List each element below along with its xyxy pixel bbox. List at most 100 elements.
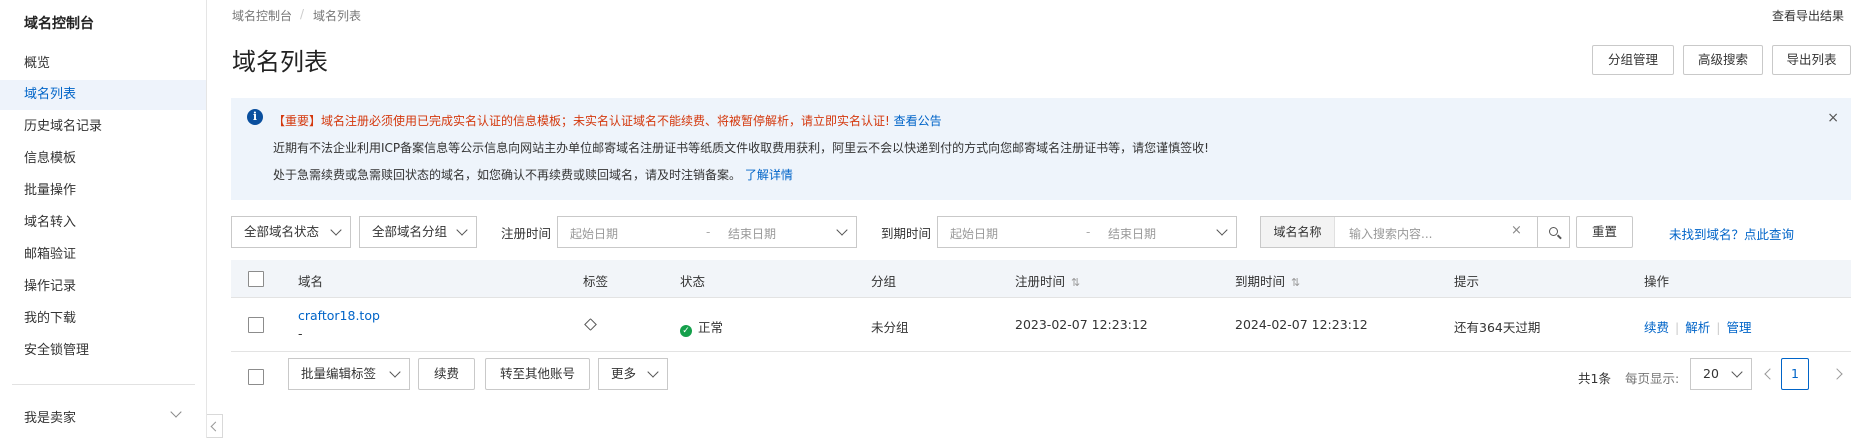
- sidebar-item-transfer-in[interactable]: 域名转入: [0, 208, 206, 238]
- chevron-down-icon: [330, 224, 342, 236]
- batch-edit-tag-label: 批量编辑标签: [301, 366, 377, 381]
- more-label: 更多: [611, 366, 637, 381]
- chevron-down-icon: [389, 366, 401, 378]
- sidebar-item-overview[interactable]: 概览: [0, 49, 206, 79]
- search-field-label[interactable]: 域名名称: [1261, 217, 1335, 247]
- domain-search-group: 域名名称 输入搜索内容... ×: [1260, 216, 1538, 248]
- row-checkbox[interactable]: [248, 317, 264, 333]
- reg-start-placeholder: 起始日期: [570, 227, 619, 241]
- check-circle-icon: ✓: [680, 325, 692, 337]
- status-text: 正常: [698, 320, 724, 335]
- resolve-link[interactable]: 解析: [1685, 320, 1710, 335]
- group-select[interactable]: 全部域名分组: [359, 216, 477, 248]
- status-select[interactable]: 全部域名状态: [231, 216, 351, 248]
- clear-icon[interactable]: ×: [1511, 223, 1522, 238]
- per-page-select[interactable]: 20: [1690, 358, 1752, 390]
- sidebar-item-email-verify[interactable]: 邮箱验证: [0, 240, 206, 270]
- col-tag: 标签: [583, 274, 609, 289]
- exp-end-placeholder: 结束日期: [1108, 227, 1157, 241]
- footer-select-all-checkbox[interactable]: [248, 369, 264, 385]
- batch-edit-tag-select[interactable]: 批量编辑标签: [288, 358, 410, 390]
- search-button[interactable]: [1538, 216, 1570, 248]
- notice-banner: i 【重要】域名注册必须使用已完成实名认证的信息模板；未实名认证域名不能续费、将…: [231, 98, 1851, 200]
- not-found-query-link[interactable]: 未找到域名？点此查询: [1669, 224, 1794, 243]
- domain-sub: -: [298, 326, 303, 341]
- domain-link[interactable]: craftor18.top: [298, 308, 380, 323]
- chevron-down-icon: [647, 366, 659, 378]
- info-icon: i: [247, 109, 263, 125]
- manage-link[interactable]: 管理: [1726, 320, 1751, 335]
- range-dash: -: [1086, 225, 1091, 239]
- sort-icon[interactable]: ⇅: [1291, 276, 1300, 289]
- total-count: 共1条: [1578, 371, 1611, 386]
- batch-renew-button[interactable]: 续费: [418, 358, 475, 390]
- sidebar-item-history[interactable]: 历史域名记录: [0, 112, 206, 142]
- sidebar-item-security-lock[interactable]: 安全锁管理: [0, 336, 206, 366]
- per-page-value: 20: [1703, 366, 1719, 381]
- view-export-results-link[interactable]: 查看导出结果: [1772, 7, 1844, 24]
- transfer-account-button[interactable]: 转至其他账号: [485, 358, 590, 390]
- reset-button[interactable]: 重置: [1576, 216, 1633, 248]
- notice-important-text: 【重要】域名注册必须使用已完成实名认证的信息模板；未实名认证域名不能续费、将被暂…: [273, 114, 890, 128]
- table-header: 域名 标签 状态 分组 注册时间 ⇅ 到期时间 ⇅ 提示 操作: [231, 260, 1851, 298]
- reg-time-range[interactable]: 起始日期 - 结束日期: [557, 216, 857, 248]
- reg-time-cell: 2023-02-07 12:23:12: [1015, 317, 1148, 332]
- ops-separator: |: [1675, 320, 1680, 335]
- exp-time-label: 到期时间: [881, 226, 932, 241]
- more-select[interactable]: 更多: [598, 358, 668, 390]
- chevron-down-icon: [456, 224, 468, 236]
- select-all-checkbox[interactable]: [248, 271, 264, 287]
- group-manage-button[interactable]: 分组管理: [1592, 45, 1674, 75]
- per-page-label: 每页显示:: [1625, 371, 1680, 386]
- col-reg-time-label: 注册时间: [1015, 274, 1066, 289]
- export-list-button[interactable]: 导出列表: [1772, 45, 1851, 75]
- reg-time-label: 注册时间: [501, 226, 552, 241]
- sidebar: 域名控制台 概览 域名列表 历史域名记录 信息模板 批量操作 域名转入 邮箱验证…: [0, 0, 207, 438]
- sidebar-collapse-button[interactable]: [207, 414, 223, 438]
- breadcrumb-separator: /: [300, 7, 305, 21]
- notice-line-2: 近期有不法企业利用ICP备案信息等公示信息向网站主办单位邮寄域名注册证书等纸质文…: [273, 141, 1209, 155]
- col-group: 分组: [871, 274, 897, 289]
- search-input[interactable]: 输入搜索内容...: [1349, 225, 1432, 242]
- sidebar-item-downloads[interactable]: 我的下载: [0, 304, 206, 334]
- sidebar-item-domain-list[interactable]: 域名列表: [0, 80, 206, 110]
- ops-separator: |: [1716, 320, 1721, 335]
- sort-icon[interactable]: ⇅: [1071, 276, 1080, 289]
- col-hint: 提示: [1454, 274, 1480, 289]
- col-exp-time-label: 到期时间: [1235, 274, 1286, 289]
- prev-page-icon[interactable]: [1764, 368, 1776, 380]
- sidebar-seller[interactable]: 我是卖家: [24, 407, 76, 426]
- sidebar-divider: [12, 384, 195, 385]
- group-select-value: 全部域名分组: [372, 224, 448, 239]
- col-reg-time[interactable]: 注册时间 ⇅: [1015, 271, 1080, 290]
- notice-line-3: 处于急需续费或急需赎回状态的域名，如您确认不再续费或赎回域名，请及时注销备案。 …: [273, 166, 793, 183]
- sidebar-item-templates[interactable]: 信息模板: [0, 144, 206, 174]
- notice-learn-more-link[interactable]: 了解详情: [745, 168, 793, 182]
- table-row: craftor18.top - ✓ 正常 未分组 2023-02-07 12:23…: [231, 298, 1851, 352]
- col-exp-time[interactable]: 到期时间 ⇅: [1235, 271, 1300, 290]
- exp-start-placeholder: 起始日期: [950, 227, 999, 241]
- tag-icon[interactable]: [584, 318, 597, 331]
- hint-cell: 还有364天过期: [1454, 320, 1541, 335]
- chevron-down-icon[interactable]: [170, 406, 182, 418]
- page-1-button[interactable]: 1: [1781, 358, 1809, 390]
- notice-line-1: 【重要】域名注册必须使用已完成实名认证的信息模板；未实名认证域名不能续费、将被暂…: [273, 112, 942, 129]
- exp-time-range[interactable]: 起始日期 - 结束日期: [937, 216, 1237, 248]
- status-select-value: 全部域名状态: [244, 224, 320, 239]
- chevron-down-icon: [1731, 366, 1743, 378]
- status-cell: ✓ 正常: [680, 317, 723, 337]
- next-page-icon[interactable]: [1831, 368, 1843, 380]
- breadcrumb-root[interactable]: 域名控制台: [232, 7, 292, 24]
- notice-line-3-text: 处于急需续费或急需赎回状态的域名，如您确认不再续费或赎回域名，请及时注销备案。: [273, 168, 742, 182]
- sidebar-item-op-log[interactable]: 操作记录: [0, 272, 206, 302]
- notice-announcement-link[interactable]: 查看公告: [894, 114, 942, 128]
- exp-time-cell: 2024-02-07 12:23:12: [1235, 317, 1368, 332]
- sidebar-item-batch[interactable]: 批量操作: [0, 176, 206, 206]
- ops-cell: 续费 | 解析 | 管理: [1644, 317, 1751, 336]
- advanced-search-button[interactable]: 高级搜索: [1683, 45, 1763, 75]
- breadcrumb-current: 域名列表: [313, 9, 362, 23]
- group-cell: 未分组: [871, 320, 909, 335]
- renew-link[interactable]: 续费: [1644, 320, 1669, 335]
- close-icon[interactable]: ×: [1827, 110, 1839, 126]
- col-ops: 操作: [1644, 274, 1670, 289]
